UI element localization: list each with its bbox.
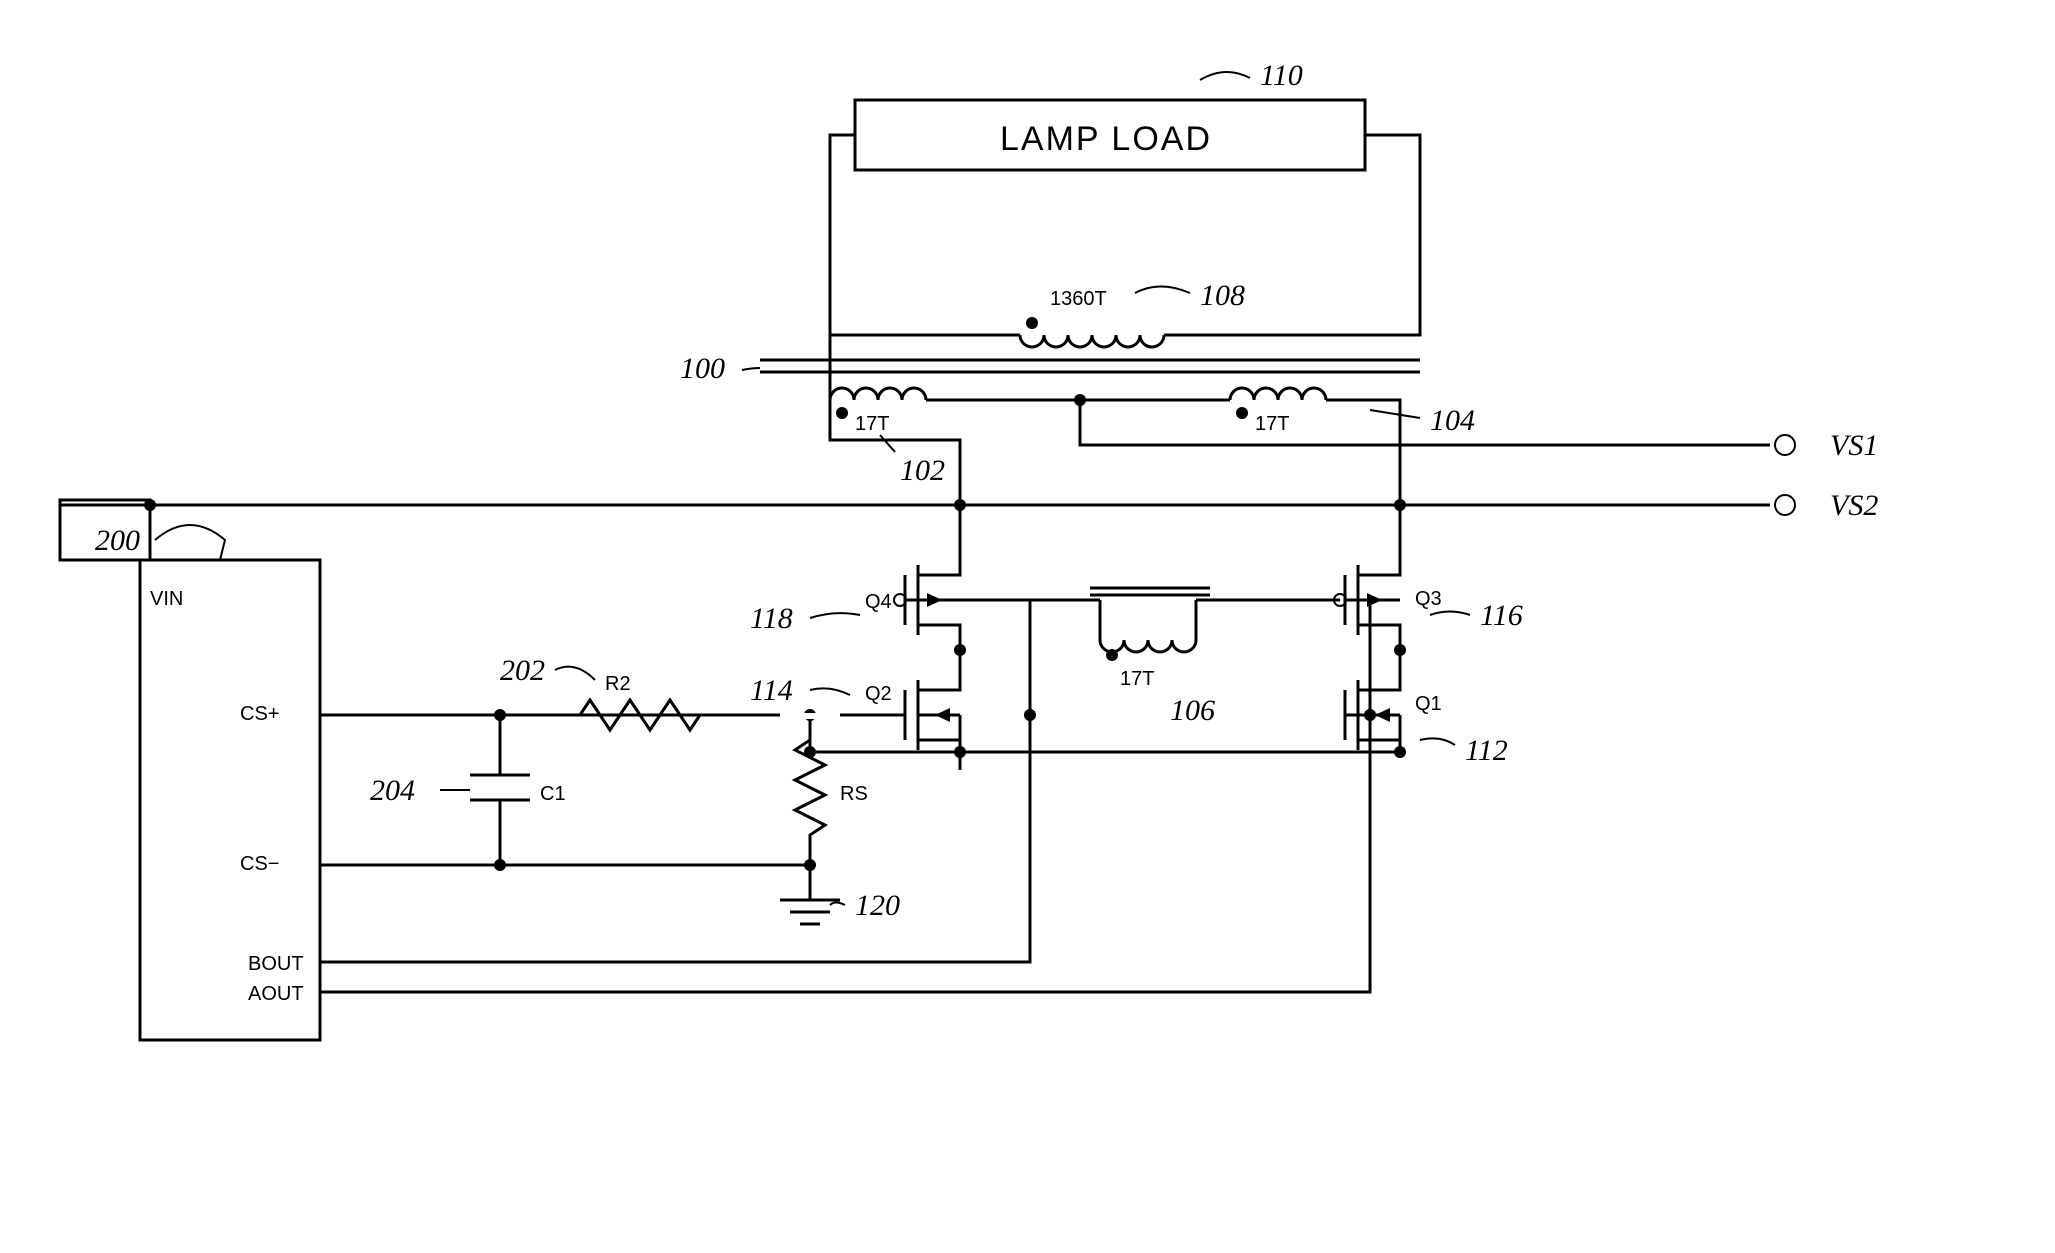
pin-bout: BOUT	[248, 953, 304, 975]
pin-vin: VIN	[150, 588, 183, 610]
ref-112: 112	[1465, 734, 1508, 767]
wire-aout	[320, 715, 1370, 992]
lbl-q2: Q2	[865, 683, 892, 705]
ref-118: 118	[750, 602, 793, 635]
ref-114: 114	[750, 674, 793, 707]
lbl-q3: Q3	[1415, 588, 1442, 610]
ref-204: 204	[370, 774, 415, 807]
lbl-17t-l: 17T	[855, 413, 889, 435]
mosfet-q1	[1345, 650, 1400, 750]
lbl-1360t: 1360T	[1050, 288, 1107, 310]
ref-100: 100	[680, 352, 725, 385]
lbl-c1: C1	[540, 783, 566, 805]
mosfet-q4	[894, 505, 1030, 650]
lbl-q4: Q4	[865, 591, 892, 613]
terminal-vs2	[1775, 495, 1795, 515]
lbl-r2: R2	[605, 673, 631, 695]
ref-110: 110	[1260, 59, 1303, 92]
lbl-rs: RS	[840, 783, 868, 805]
ref-120: 120	[855, 889, 900, 922]
ref-104: 104	[1430, 404, 1475, 437]
winding-106	[1090, 588, 1210, 661]
ref-108: 108	[1200, 279, 1245, 312]
ref-116: 116	[1480, 599, 1523, 632]
mosfet-q3	[1334, 505, 1400, 715]
pin-csm: CS−	[240, 853, 279, 875]
lbl-17t-c: 17T	[1120, 668, 1154, 690]
lbl-17t-r: 17T	[1255, 413, 1289, 435]
lbl-vs1: VS1	[1830, 429, 1878, 462]
winding-108	[1020, 317, 1164, 347]
lbl-vs2: VS2	[1830, 489, 1878, 522]
terminal-vs1	[1775, 435, 1795, 455]
lbl-q1: Q1	[1415, 693, 1442, 715]
lbl-lamp: LAMP LOAD	[1000, 120, 1212, 158]
leader-200	[155, 525, 225, 560]
ref-200: 200	[95, 524, 140, 557]
pin-aout: AOUT	[248, 983, 304, 1005]
ref-102: 102	[900, 454, 945, 487]
ref-202: 202	[500, 654, 545, 687]
winding-102	[830, 388, 1030, 505]
pin-csp: CS+	[240, 703, 279, 725]
ref-106: 106	[1170, 694, 1215, 727]
